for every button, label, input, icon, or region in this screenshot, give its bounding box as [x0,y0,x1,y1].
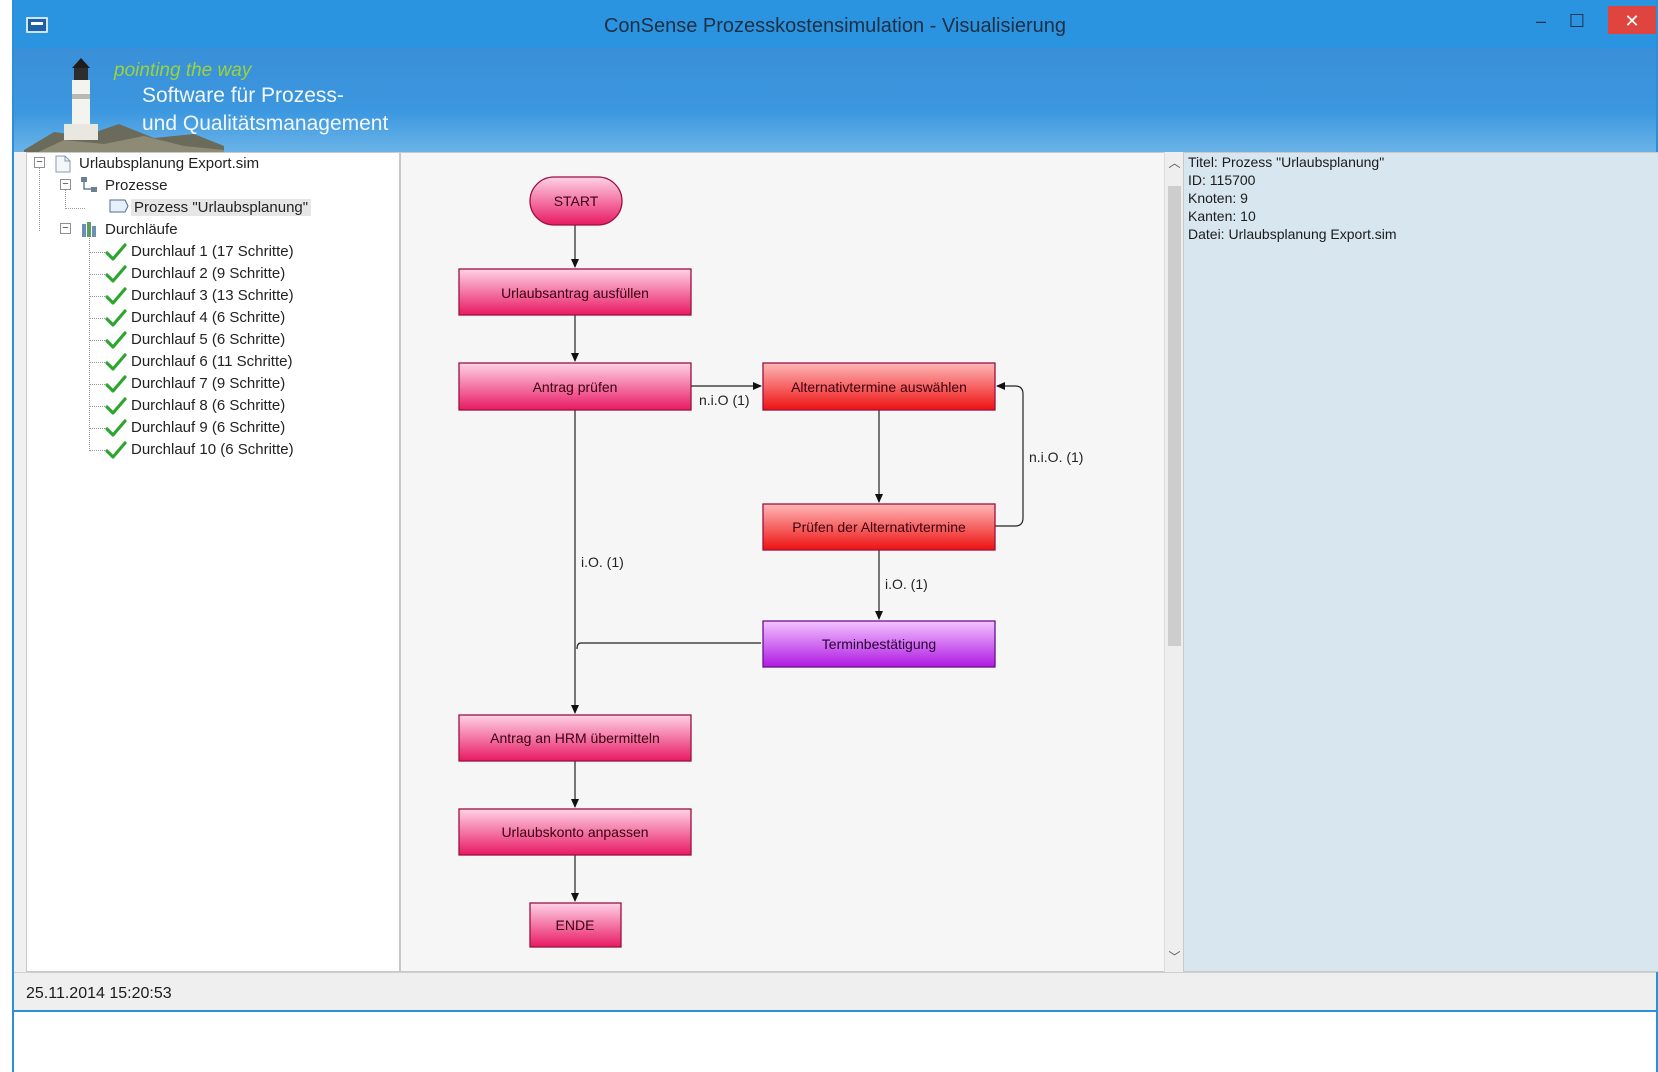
title-bar: ConSense Prozesskostensimulation - Visua… [14,0,1656,48]
property-line: Titel: Prozess "Urlaubsplanung" [1188,154,1385,170]
desktop-background [14,1012,1656,1072]
tree-root-label[interactable]: Urlaubsplanung Export.sim [79,153,259,175]
edge-label-check-to-alt: n.i.O (1) [699,392,750,408]
runs-folder-icon [82,222,96,237]
tree-connector [89,406,105,407]
node-end[interactable]: ENDE [529,902,622,948]
tree-connector [89,252,105,253]
process-shape-icon [109,199,129,213]
window-title: ConSense Prozesskostensimulation - Visua… [603,15,1067,37]
process-hierarchy-icon [81,177,97,192]
tree-connector [89,233,90,449]
scroll-down-arrow-icon[interactable]: ﹀ [1165,948,1184,965]
node-end-label: ENDE [556,917,595,933]
tree-connector [89,362,105,363]
properties-list: Titel: Prozess "Urlaubsplanung" ID: 11570… [1184,153,1397,243]
node-select-alternatives-label: Alternativtermine auswählen [791,379,967,395]
checkmark-icon [105,397,127,415]
tagline-line-1: Software für Prozess- [142,84,344,107]
tree-connector [89,274,105,275]
slogan: pointing the way [114,60,252,81]
tree-run-item[interactable]: Durchlauf 1 (17 Schritte) [131,241,294,263]
node-adjust-account-label: Urlaubskonto anpassen [501,824,648,840]
edge-label-alt-to-confirm: i.O. (1) [885,576,928,592]
checkmark-icon [105,441,127,459]
flowchart-canvas[interactable]: n.i.O (1) i.O. (1) n.i.O. (1) i.O. (1) S… [401,153,1183,972]
status-bar: 25.11.2014 15:20:53 [14,972,1656,1012]
node-check-alternatives-label: Prüfen der Alternativtermine [792,519,966,535]
collapse-toggle-icon[interactable]: − [60,223,71,234]
tree-run-item[interactable]: Durchlauf 7 (9 Schritte) [131,373,285,395]
node-confirmation-label: Terminbestätigung [822,636,936,652]
checkmark-icon [105,419,127,437]
tree-connector [89,340,105,341]
tree-processes-label[interactable]: Prozesse [105,175,168,197]
node-select-alternatives[interactable]: Alternativtermine auswählen [762,362,996,411]
scroll-thumb[interactable] [1168,186,1181,646]
tree-run-item[interactable]: Durchlauf 8 (6 Schritte) [131,395,285,417]
branding-banner: pointing the way Software für Prozess- u… [14,48,1656,152]
tree-connector [89,296,105,297]
tree-connector [65,208,85,209]
close-button[interactable]: ✕ [1608,6,1656,34]
property-line: Knoten: 9 [1188,190,1248,206]
tree-run-item[interactable]: Durchlauf 6 (11 Schritte) [131,351,292,373]
project-tree[interactable]: − Urlaubsplanung Export.sim − Prozesse P… [26,152,400,972]
node-send-hrm-label: Antrag an HRM übermitteln [490,730,660,746]
minimize-button[interactable]: – [1526,6,1556,36]
edge-confirm-to-hrm [576,642,761,650]
node-adjust-account[interactable]: Urlaubskonto anpassen [458,808,692,856]
tree-connector [89,428,105,429]
tree-run-item[interactable]: Durchlauf 9 (6 Schritte) [131,417,285,439]
app-window: ConSense Prozesskostensimulation - Visua… [12,0,1658,1072]
tree-process-item[interactable]: Prozess "Urlaubsplanung" [131,197,312,219]
tagline-line-2: und Qualitätsmanagement [142,112,389,135]
node-check-request-label: Antrag prüfen [533,379,618,395]
edge-alt-loop [995,382,1024,527]
node-start-label: START [554,193,599,209]
property-line: ID: 115700 [1188,172,1256,188]
maximize-button[interactable]: ☐ [1562,6,1592,36]
status-timestamp: 25.11.2014 15:20:53 [26,985,172,1002]
checkmark-icon [105,309,127,327]
node-check-alternatives[interactable]: Prüfen der Alternativtermine [762,503,996,551]
edge-label-check-to-hrm: i.O. (1) [581,554,624,570]
tree-connector [89,384,105,385]
tree-run-item[interactable]: Durchlauf 10 (6 Schritte) [131,439,294,461]
node-confirmation[interactable]: Terminbestätigung [762,620,996,668]
property-line: Datei: Urlaubsplanung Export.sim [1188,226,1397,242]
checkmark-icon [105,287,127,305]
collapse-toggle-icon[interactable]: − [60,179,71,190]
node-check-request[interactable]: Antrag prüfen [458,362,692,411]
properties-panel: Titel: Prozess "Urlaubsplanung" ID: 11570… [1183,152,1658,972]
node-send-hrm[interactable]: Antrag an HRM übermitteln [458,714,692,762]
property-line: Kanten: 10 [1188,208,1256,224]
tree-run-item[interactable]: Durchlauf 5 (6 Schritte) [131,329,285,351]
collapse-toggle-icon[interactable]: − [34,157,45,168]
node-fill-request-label: Urlaubsantrag ausfüllen [501,285,649,301]
tree-runs-label[interactable]: Durchläufe [105,219,178,241]
checkmark-icon [105,243,127,261]
checkmark-icon [105,265,127,283]
process-diagram[interactable]: n.i.O (1) i.O. (1) n.i.O. (1) i.O. (1) S… [400,152,1183,972]
node-fill-request[interactable]: Urlaubsantrag ausfüllen [458,268,692,316]
edge-label-alt-loop: n.i.O. (1) [1029,449,1083,465]
tree-run-item[interactable]: Durchlauf 2 (9 Schritte) [131,263,285,285]
checkmark-icon [105,353,127,371]
tree-connector [39,167,40,231]
tree-run-item[interactable]: Durchlauf 4 (6 Schritte) [131,307,285,329]
node-start[interactable]: START [529,176,623,226]
tree-run-item[interactable]: Durchlauf 3 (13 Schritte) [131,285,294,307]
tree-connector [89,318,105,319]
tree-process-item-label: Prozess "Urlaubsplanung" [131,199,312,216]
file-icon [55,155,71,173]
checkmark-icon [105,375,127,393]
checkmark-icon [105,331,127,349]
diagram-vertical-scrollbar[interactable]: ︿ ﹀ [1164,152,1183,972]
scroll-up-arrow-icon[interactable]: ︿ [1165,154,1184,171]
tree-connector [65,189,66,209]
tree-connector [89,450,105,451]
